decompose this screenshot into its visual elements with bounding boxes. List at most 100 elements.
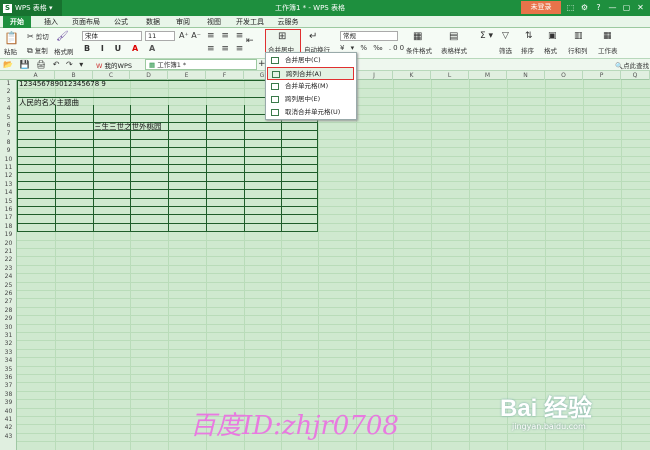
col-header[interactable]: O (545, 71, 583, 80)
row-header[interactable]: 35 (0, 366, 17, 374)
menu-item-merge-across[interactable]: 跨列合并(A) (267, 67, 354, 80)
col-header[interactable]: K (393, 71, 431, 80)
help-icon[interactable]: ? (593, 2, 604, 13)
row-header[interactable]: 20 (0, 240, 17, 248)
row-header[interactable]: 25 (0, 282, 17, 290)
row-header[interactable]: 34 (0, 357, 17, 365)
row-header[interactable]: 33 (0, 349, 17, 357)
menu-item-merge-cells[interactable]: 合并单元格(M) (267, 80, 354, 93)
sort-button[interactable]: 排序 (521, 45, 534, 55)
row-header[interactable]: 9 (0, 147, 17, 155)
row-header[interactable]: 14 (0, 189, 17, 197)
col-header[interactable]: A (17, 71, 55, 80)
row-header[interactable]: 40 (0, 408, 17, 416)
close-button[interactable]: ✕ (635, 2, 646, 13)
filter-button[interactable]: 筛选 (499, 45, 512, 55)
quick-access-icons[interactable]: 📂 💾 🖨 ↶ ↷ ▾ (3, 60, 85, 69)
app-menu-button[interactable]: S WPS 表格 ▾ (0, 0, 62, 16)
row-header[interactable]: 12 (0, 172, 17, 180)
rowcol-button[interactable]: 行和列 (568, 45, 588, 55)
row-header[interactable]: 19 (0, 231, 17, 239)
row-header[interactable]: 10 (0, 156, 17, 164)
minimize-button[interactable]: — (607, 2, 618, 13)
cell-c6[interactable]: 三生三世之世外桃园 (94, 122, 162, 131)
tab-formula[interactable]: 公式 (110, 16, 132, 28)
row-header[interactable]: 43 (0, 433, 17, 441)
tab-insert[interactable]: 插入 (40, 16, 62, 28)
font-style-buttons[interactable]: B I U A A (84, 44, 159, 53)
col-header[interactable]: C (93, 71, 130, 80)
menu-item-merge-center[interactable]: 合并居中(C) (267, 54, 354, 67)
row-header[interactable]: 28 (0, 307, 17, 315)
row-header[interactable]: 39 (0, 399, 17, 407)
paste-button[interactable]: 粘贴 (4, 46, 17, 56)
format-painter-icon[interactable]: 🖌 (56, 31, 69, 42)
tab-page-layout[interactable]: 页面布局 (70, 16, 102, 28)
copy-button[interactable]: ⧉ 复制 (27, 45, 48, 55)
row-header[interactable]: 7 (0, 130, 17, 138)
font-grow-button[interactable]: A⁺ A⁻ (179, 31, 201, 40)
row-header[interactable]: 24 (0, 273, 17, 281)
search-box[interactable]: 🔍点此查找 (615, 60, 649, 70)
worksheet-button[interactable]: 工作表 (598, 45, 618, 55)
row-header[interactable]: 42 (0, 424, 17, 432)
row-header[interactable]: 30 (0, 324, 17, 332)
col-header[interactable]: D (130, 71, 168, 80)
tab-data[interactable]: 数据 (142, 16, 164, 28)
row-header[interactable]: 22 (0, 256, 17, 264)
indent-buttons[interactable]: ⇤ (246, 36, 254, 46)
sum-icon[interactable]: Σ ▾ (480, 31, 493, 41)
col-header[interactable]: F (206, 71, 244, 80)
font-size-select[interactable]: 11 (145, 31, 175, 41)
row-header[interactable]: 6 (0, 122, 17, 130)
login-button[interactable]: 未登录 (521, 1, 561, 14)
row-header[interactable]: 26 (0, 290, 17, 298)
font-family-select[interactable]: 宋体 (82, 31, 142, 41)
align-buttons[interactable]: ≡ ≡ ≡ (207, 44, 245, 54)
tab-home[interactable]: 开始 (3, 16, 31, 28)
menu-item-unmerge[interactable]: 取消合并单元格(U) (267, 106, 354, 119)
row-header[interactable]: 29 (0, 315, 17, 323)
row-header[interactable]: 27 (0, 298, 17, 306)
align-top-buttons[interactable]: ≡ ≡ ≡ (207, 31, 245, 41)
row-header[interactable]: 18 (0, 223, 17, 231)
col-header[interactable]: L (431, 71, 469, 80)
tab-developer[interactable]: 开发工具 (233, 16, 267, 28)
workbook-tab[interactable]: ▦ 工作簿1 * (145, 59, 257, 70)
table-style-button[interactable]: 表格样式 (441, 45, 467, 55)
cell-a1[interactable]: 123456789012345678 9 (19, 80, 106, 89)
row-header[interactable]: 38 (0, 391, 17, 399)
conditional-format-button[interactable]: 条件格式 (406, 45, 432, 55)
maximize-button[interactable]: ▢ (621, 2, 632, 13)
number-format-select[interactable]: 常规 (340, 31, 398, 41)
row-header[interactable]: 23 (0, 265, 17, 273)
row-header[interactable]: 21 (0, 248, 17, 256)
format-painter-button[interactable]: 格式刷 (54, 46, 74, 56)
col-header[interactable]: B (55, 71, 93, 80)
col-header[interactable]: E (168, 71, 206, 80)
paste-icon[interactable]: 📋 (4, 31, 19, 45)
tab-view[interactable]: 视图 (203, 16, 225, 28)
row-header[interactable]: 1 (0, 80, 17, 88)
row-header[interactable]: 36 (0, 374, 17, 382)
number-format-buttons[interactable]: ¥ ▾ % ‰ .00 (340, 44, 406, 52)
col-header[interactable]: J (356, 71, 393, 80)
row-header[interactable]: 13 (0, 181, 17, 189)
row-header[interactable]: 31 (0, 332, 17, 340)
settings-icon[interactable]: ⚙ (579, 2, 590, 13)
row-header[interactable]: 3 (0, 97, 17, 105)
row-header[interactable]: 15 (0, 198, 17, 206)
tab-cloud[interactable]: 云服务 (275, 16, 301, 28)
row-header[interactable]: 17 (0, 214, 17, 222)
row-header[interactable]: 5 (0, 114, 17, 122)
col-header[interactable]: P (583, 71, 621, 80)
col-header[interactable]: N (507, 71, 545, 80)
cut-button[interactable]: ✂ 剪切 (27, 31, 49, 41)
skin-icon[interactable]: ⬚ (565, 2, 576, 13)
my-wps-tab[interactable]: W 我的WPS (96, 60, 132, 70)
row-header[interactable]: 16 (0, 206, 17, 214)
row-header[interactable]: 2 (0, 88, 17, 96)
row-header[interactable]: 8 (0, 139, 17, 147)
row-header[interactable]: 11 (0, 164, 17, 172)
row-header[interactable]: 32 (0, 340, 17, 348)
